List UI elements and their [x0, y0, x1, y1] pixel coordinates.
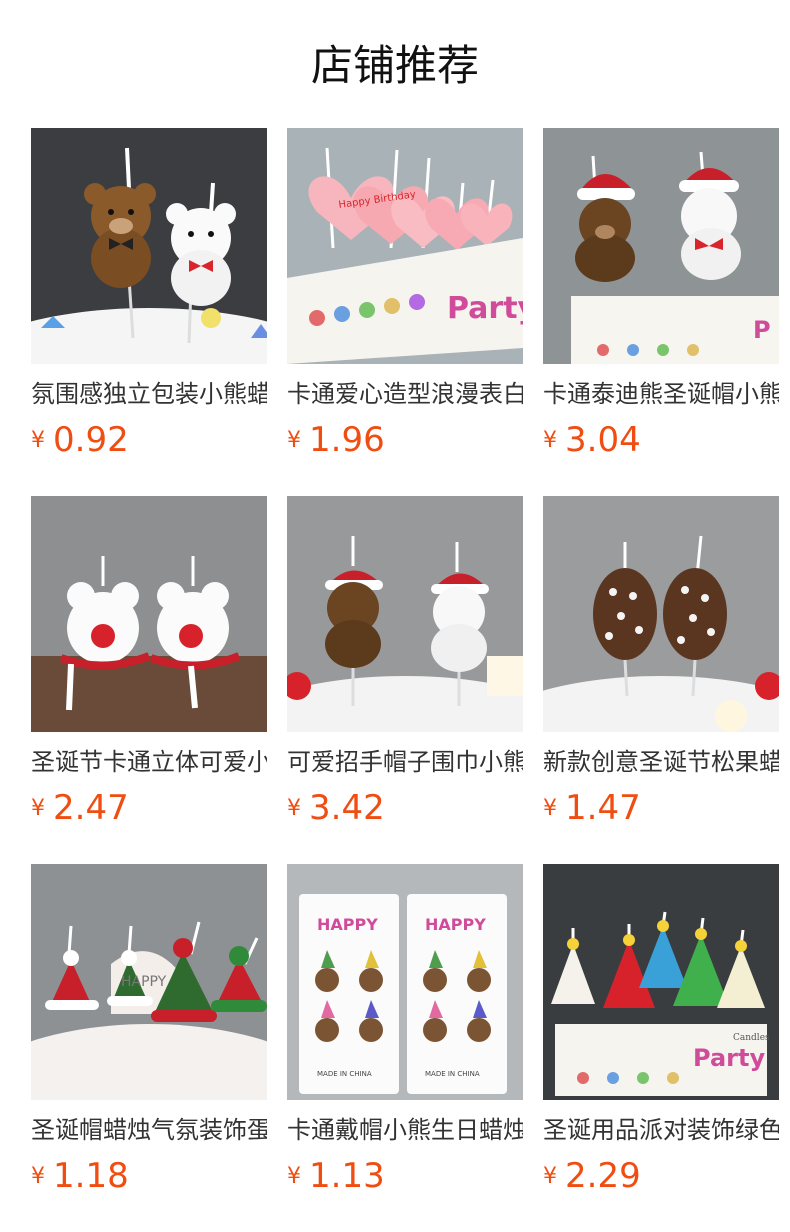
product-card[interactable]: 可爱招手帽子围巾小熊蜡烛 ¥3.42	[287, 496, 523, 836]
pine-cone-candles-image	[543, 496, 779, 732]
product-price: ¥1.96	[287, 416, 523, 464]
product-card[interactable]: Happy Birthday Party 卡通爱心造型浪漫表白蜡烛 ¥1.96	[287, 128, 523, 468]
product-name[interactable]: 圣诞节卡通立体可爱小鹿蜡烛	[31, 744, 267, 780]
product-image-christmas-trees[interactable]: Party Candles	[543, 864, 779, 1100]
currency-symbol: ¥	[287, 795, 301, 821]
product-image-santa-bears[interactable]: P	[543, 128, 779, 364]
product-name[interactable]: 新款创意圣诞节松果蜡烛	[543, 744, 779, 780]
product-card[interactable]: 氛围感独立包装小熊蜡烛 ¥0.92	[31, 128, 267, 468]
product-price: ¥2.29	[543, 1152, 779, 1200]
price-amount: 2.29	[565, 1156, 641, 1196]
price-amount: 0.92	[53, 420, 129, 460]
product-price: ¥0.92	[31, 416, 267, 464]
product-name[interactable]: 卡通戴帽小熊生日蜡烛	[287, 1112, 523, 1148]
product-name[interactable]: 氛围感独立包装小熊蜡烛	[31, 376, 267, 412]
product-card[interactable]: Party Candles 圣诞用品派对装饰绿色蜡烛 ¥2.29	[543, 864, 779, 1204]
product-image-waving-bears[interactable]	[287, 496, 523, 732]
christmas-hat-candles-image: HAPPY	[31, 864, 267, 1100]
recommended-products-grid: 氛围感独立包装小熊蜡烛 ¥0.92 Happy Birthday Party	[0, 0, 790, 1232]
heart-candles-image: Happy Birthday Party	[287, 128, 523, 364]
price-amount: 3.42	[309, 788, 385, 828]
tree-pack-candles-text: Candles	[733, 1033, 770, 1043]
reindeer-candles-image	[31, 496, 267, 732]
price-amount: 1.18	[53, 1156, 129, 1196]
product-image-christmas-hats[interactable]: HAPPY	[31, 864, 267, 1100]
price-amount: 3.04	[565, 420, 641, 460]
made-in-left: MADE IN CHINA	[317, 1070, 372, 1078]
currency-symbol: ¥	[31, 1163, 45, 1189]
currency-symbol: ¥	[543, 427, 557, 453]
product-card[interactable]: HAPPY HAPPY MADE IN CHINA MADE IN CHINA	[287, 864, 523, 1204]
product-image-two-bears[interactable]	[31, 128, 267, 364]
currency-symbol: ¥	[543, 1163, 557, 1189]
product-price: ¥1.18	[31, 1152, 267, 1200]
product-card[interactable]: 圣诞节卡通立体可爱小鹿蜡烛 ¥2.47	[31, 496, 267, 836]
product-name[interactable]: 可爱招手帽子围巾小熊蜡烛	[287, 744, 523, 780]
product-price: ¥1.47	[543, 784, 779, 832]
svg-text:P: P	[753, 316, 771, 344]
product-name[interactable]: 圣诞帽蜡烛气氛装饰蛋糕	[31, 1112, 267, 1148]
price-amount: 1.13	[309, 1156, 385, 1196]
product-card[interactable]: 新款创意圣诞节松果蜡烛 ¥1.47	[543, 496, 779, 836]
pack-label-right: HAPPY	[425, 915, 486, 934]
product-image-pine-cones[interactable]	[543, 496, 779, 732]
made-in-right: MADE IN CHINA	[425, 1070, 480, 1078]
santa-hat-bears-image: P	[543, 128, 779, 364]
waving-bears-image	[287, 496, 523, 732]
currency-symbol: ¥	[287, 1163, 301, 1189]
product-price: ¥1.13	[287, 1152, 523, 1200]
product-image-bear-pack[interactable]: HAPPY HAPPY MADE IN CHINA MADE IN CHINA	[287, 864, 523, 1100]
product-name[interactable]: 卡通爱心造型浪漫表白蜡烛	[287, 376, 523, 412]
currency-symbol: ¥	[543, 795, 557, 821]
two-bears-candles-image	[31, 128, 267, 364]
price-amount: 1.96	[309, 420, 385, 460]
currency-symbol: ¥	[287, 427, 301, 453]
party-hat-bears-pack-image: HAPPY HAPPY MADE IN CHINA MADE IN CHINA	[287, 864, 523, 1100]
price-amount: 1.47	[565, 788, 641, 828]
product-card[interactable]: HAPPY 圣诞帽蜡烛气氛装饰蛋糕 ¥1.18	[31, 864, 267, 1204]
product-price: ¥3.42	[287, 784, 523, 832]
christmas-tree-candles-image: Party Candles	[543, 864, 779, 1100]
product-price: ¥3.04	[543, 416, 779, 464]
pack-label-left: HAPPY	[317, 915, 378, 934]
currency-symbol: ¥	[31, 427, 45, 453]
tree-pack-party-text: Party	[693, 1044, 765, 1072]
product-card[interactable]: P 卡通泰迪熊圣诞帽小熊蜡烛 ¥3.04	[543, 128, 779, 468]
cake-topper-text: HAPPY	[121, 974, 167, 990]
product-name[interactable]: 卡通泰迪熊圣诞帽小熊蜡烛	[543, 376, 779, 412]
product-image-reindeer[interactable]	[31, 496, 267, 732]
product-price: ¥2.47	[31, 784, 267, 832]
product-name[interactable]: 圣诞用品派对装饰绿色蜡烛	[543, 1112, 779, 1148]
package-party-text: Party	[447, 291, 523, 326]
currency-symbol: ¥	[31, 795, 45, 821]
price-amount: 2.47	[53, 788, 129, 828]
product-image-hearts[interactable]: Happy Birthday Party	[287, 128, 523, 364]
